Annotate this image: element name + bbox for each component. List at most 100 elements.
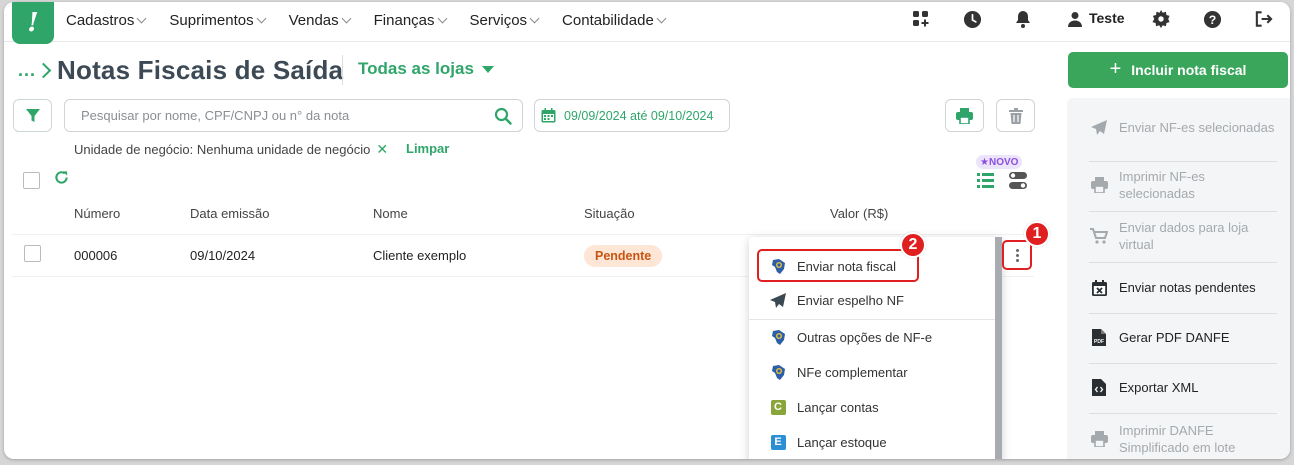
kebab-dot bbox=[1015, 248, 1019, 252]
action-enviar-nfes-selecionadas[interactable]: Enviar NF-es selecionadas bbox=[1089, 119, 1277, 136]
column-header-valor[interactable]: Valor (R$) bbox=[830, 206, 888, 221]
star-icon: ★ bbox=[980, 156, 989, 168]
chevron-down-icon bbox=[256, 13, 267, 24]
action-exportar-xml[interactable]: Exportar XML bbox=[1089, 379, 1277, 396]
include-invoice-button[interactable]: + Incluir nota fiscal bbox=[1068, 52, 1288, 88]
menu-contabilidade[interactable]: Contabilidade bbox=[562, 12, 667, 29]
app-logo[interactable]: ! bbox=[12, 2, 54, 44]
action-enviar-notas-pendentes[interactable]: Enviar notas pendentes bbox=[1089, 279, 1277, 296]
select-all-checkbox[interactable] bbox=[23, 172, 40, 189]
refresh-icon[interactable] bbox=[54, 170, 69, 190]
cell-numero: 000006 bbox=[74, 248, 118, 263]
breadcrumb: ... Notas Fiscais de Saída bbox=[18, 55, 343, 86]
search-field[interactable] bbox=[64, 99, 523, 132]
plus-icon: + bbox=[1109, 57, 1122, 80]
kebab-dot bbox=[1015, 258, 1019, 262]
chevron-down-icon bbox=[136, 13, 147, 24]
panel-divider bbox=[1089, 413, 1277, 414]
list-view-icon[interactable] bbox=[977, 173, 994, 193]
highlight-outline bbox=[757, 249, 919, 282]
menu-cadastros[interactable]: Cadastros bbox=[66, 12, 147, 29]
menu-suprimentos[interactable]: Suprimentos bbox=[169, 12, 267, 29]
panel-divider bbox=[1089, 211, 1277, 212]
title-divider bbox=[342, 55, 343, 85]
column-header-data-emissao[interactable]: Data emissão bbox=[190, 206, 269, 221]
date-range-picker[interactable]: 09/09/2024 até 09/10/2024 bbox=[534, 99, 730, 132]
clear-filters-link[interactable]: Limpar bbox=[406, 141, 449, 156]
menu-divider bbox=[749, 319, 995, 320]
store-selector[interactable]: Todas as lojas bbox=[358, 59, 494, 79]
c-letter-icon: C bbox=[770, 399, 786, 415]
search-icon[interactable] bbox=[494, 107, 512, 130]
step-marker-1: 1 bbox=[1024, 221, 1050, 247]
clock-icon[interactable] bbox=[961, 8, 983, 30]
filter-button[interactable] bbox=[13, 99, 52, 132]
column-header-nome[interactable]: Nome bbox=[373, 206, 408, 221]
top-navbar: ! Cadastros Suprimentos Vendas Finanças … bbox=[4, 2, 1290, 44]
chevron-right-icon bbox=[35, 62, 52, 79]
widgets-add-icon[interactable] bbox=[910, 8, 932, 30]
nfe-brazil-icon bbox=[769, 363, 787, 381]
bell-icon[interactable] bbox=[1012, 8, 1034, 30]
panel-divider bbox=[1089, 161, 1277, 162]
panel-divider bbox=[1089, 262, 1277, 263]
page-title: Notas Fiscais de Saída bbox=[57, 55, 344, 85]
action-imprimir-danfe-simplificado[interactable]: Imprimir DANFE Simplificado em lote bbox=[1089, 422, 1277, 456]
menu-item-lancar-estoque[interactable]: E Lançar estoque bbox=[769, 431, 887, 453]
printer-icon bbox=[1089, 431, 1109, 447]
remove-filter-icon[interactable]: ✕ bbox=[376, 141, 388, 158]
menu-item-enviar-espelho-nf[interactable]: Enviar espelho NF bbox=[769, 289, 904, 311]
active-filter-chip: Unidade de negócio: Nenhuma unidade de n… bbox=[74, 141, 389, 158]
calendar-icon bbox=[541, 108, 556, 123]
row-actions-button[interactable] bbox=[1002, 240, 1032, 270]
action-gerar-pdf-danfe[interactable]: PDF Gerar PDF DANFE bbox=[1089, 329, 1277, 346]
printer-icon bbox=[956, 107, 973, 124]
menu-financas[interactable]: Finanças bbox=[374, 12, 447, 29]
toggle-view-icon[interactable] bbox=[1009, 172, 1027, 194]
user-name[interactable]: Teste bbox=[1089, 10, 1125, 26]
action-imprimir-nfes-selecionadas[interactable]: Imprimir NF-es selecionadas bbox=[1089, 168, 1277, 202]
chevron-down-icon bbox=[656, 13, 667, 24]
breadcrumb-ellipsis[interactable]: ... bbox=[18, 60, 36, 81]
step-marker-2: 2 bbox=[900, 232, 926, 258]
chevron-down-icon bbox=[437, 13, 447, 24]
e-letter-icon: E bbox=[770, 434, 786, 450]
cell-data: 09/10/2024 bbox=[190, 248, 256, 263]
menu-item-lancar-contas[interactable]: C Lançar contas bbox=[769, 396, 879, 418]
kebab-dot bbox=[1015, 253, 1019, 257]
chevron-down-icon bbox=[529, 13, 540, 24]
menu-vendas[interactable]: Vendas bbox=[289, 12, 352, 29]
code-file-icon bbox=[1089, 379, 1109, 396]
nfe-brazil-icon bbox=[769, 328, 787, 346]
print-button[interactable] bbox=[945, 99, 984, 132]
caret-down-icon bbox=[481, 65, 494, 73]
menu-item-outras-opcoes[interactable]: Outras opções de NF-e bbox=[769, 326, 932, 348]
cart-icon bbox=[1089, 228, 1109, 244]
logout-icon[interactable] bbox=[1252, 8, 1274, 30]
trash-icon bbox=[1008, 107, 1023, 124]
panel-divider bbox=[1089, 363, 1277, 364]
search-input[interactable] bbox=[81, 108, 481, 123]
pdf-file-icon: PDF bbox=[1089, 329, 1109, 346]
action-enviar-loja-virtual[interactable]: Enviar dados para loja virtual bbox=[1089, 219, 1277, 253]
column-header-numero[interactable]: Número bbox=[74, 206, 120, 221]
filter-icon bbox=[25, 108, 40, 122]
menu-scrollbar[interactable] bbox=[995, 237, 1002, 459]
help-icon[interactable]: ? bbox=[1201, 8, 1223, 30]
calendar-x-icon bbox=[1089, 279, 1109, 296]
send-plane-icon bbox=[1089, 120, 1109, 135]
menu-item-nfe-complementar[interactable]: NFe complementar bbox=[769, 361, 908, 383]
app-window: ! Cadastros Suprimentos Vendas Finanças … bbox=[4, 2, 1290, 459]
svg-text:PDF: PDF bbox=[1094, 339, 1104, 345]
user-icon[interactable] bbox=[1064, 8, 1086, 30]
delete-button[interactable] bbox=[996, 99, 1035, 132]
menu-servicos[interactable]: Serviços bbox=[470, 12, 540, 29]
printer-icon bbox=[1089, 177, 1109, 193]
column-header-situacao[interactable]: Situação bbox=[584, 206, 635, 221]
status-badge: Pendente bbox=[584, 245, 663, 267]
row-checkbox[interactable] bbox=[24, 245, 41, 262]
new-feature-badge: ★ NOVO bbox=[976, 155, 1023, 169]
main-menu: Cadastros Suprimentos Vendas Finanças Se… bbox=[66, 2, 689, 38]
gear-icon[interactable] bbox=[1150, 8, 1172, 30]
svg-text:?: ? bbox=[1208, 12, 1216, 26]
